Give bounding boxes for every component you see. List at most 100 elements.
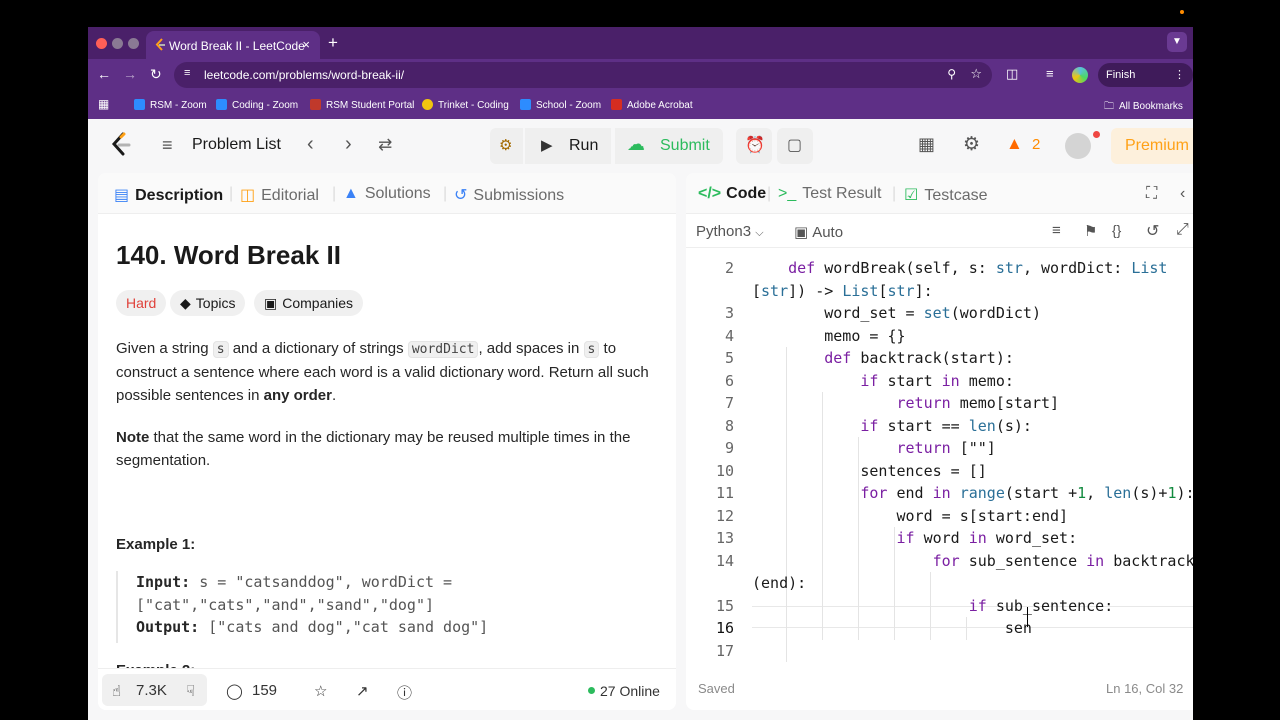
reset-icon[interactable]: ↺ [1146,221,1159,241]
notes-button[interactable]: ▢ [777,128,813,164]
inline-code: wordDict [407,341,479,358]
site-info-icon[interactable]: ≡ [184,67,190,79]
auto-label: Auto [812,224,844,241]
bookmark-item[interactable]: School - Zoom [520,99,601,111]
problem-list-icon[interactable]: ≡ [162,135,173,156]
example-input-label: Input: [136,573,191,591]
tab-submissions-label: Submissions [473,187,565,204]
prev-problem-icon[interactable]: ‹ [307,133,314,156]
leetcode-logo-icon[interactable] [110,132,132,158]
topics-button[interactable]: ◆ Topics [170,290,246,316]
all-bookmarks-button[interactable]: 🗀 All Bookmarks [1104,99,1183,116]
code-line: memo = {} [752,326,906,345]
submit-button[interactable]: ☁ Submit [615,128,723,164]
line-number: 15 [715,596,734,615]
bookmark-item[interactable]: Trinket - Coding [422,99,509,111]
bookmark-item[interactable]: RSM Student Portal [310,99,414,111]
run-button[interactable]: ▶ Run [525,128,611,164]
problem-note: Note that the same word in the dictionar… [116,426,661,472]
tab-search-icon[interactable]: ▼ [1167,32,1187,52]
tab-editorial[interactable]: ◫ Editorial [240,185,319,205]
example-output-label: Output: [136,618,200,636]
tab-submissions[interactable]: ↺ Submissions [454,185,564,205]
media-control-icon[interactable]: ≡ [1046,66,1054,81]
timer-button[interactable]: ⏰ [736,128,772,164]
back-icon[interactable]: ← [97,66,111,82]
tab-separator: | [229,185,234,202]
cursor-position: Ln 16, Col 32 [1106,681,1184,696]
help-icon[interactable]: ⓘ [397,682,412,703]
settings-gear-icon[interactable]: ⚙ [963,133,980,156]
extensions-icon[interactable]: ◫ [1006,66,1018,82]
thumbs-down-icon[interactable]: ☟ [186,682,195,700]
random-problem-icon[interactable]: ⇄ [378,135,392,155]
bookmark-item[interactable]: Adobe Acrobat [611,99,693,111]
code-line: if start == len(s): [860,416,1032,435]
close-window-button[interactable] [96,38,107,49]
line-number: 3 [724,304,734,322]
zoom-icon[interactable]: ⚲ [947,67,956,81]
fullscreen-icon[interactable]: ⛶ [1146,185,1157,203]
thumbs-up-icon[interactable]: ☝ [112,682,121,700]
language-select[interactable]: Python3 ⌵ [696,223,764,240]
debug-button[interactable]: ⚙ [490,128,523,164]
collapse-icon[interactable]: ‹ [1180,185,1185,203]
favorite-star-icon[interactable]: ☆ [314,682,327,700]
reload-icon[interactable]: ↻ [150,66,162,83]
lock-icon: ▣ [264,295,278,311]
zoom-icon [216,99,227,110]
tab-word-break[interactable]: Word Break II - LeetCode × [146,31,320,59]
example-box: Input: s = "catsanddog", wordDict = ["ca… [116,571,646,643]
tab-bar: Word Break II - LeetCode × + ▼ [88,27,1193,59]
avatar[interactable] [1065,133,1091,159]
code-line: word_set = set(wordDict) [752,304,1041,322]
tab-close-icon[interactable]: × [302,37,310,52]
tab-separator: | [443,185,448,202]
code-editor[interactable]: 2 def wordBreak(self, s: str, wordDict: … [686,253,1193,673]
address-bar[interactable]: ≡ leetcode.com/problems/word-break-ii/ ⚲… [174,62,992,88]
example-input-value: s = "catsanddog", wordDict = [199,573,453,591]
streak-fire-icon[interactable]: ▲ [1006,134,1023,154]
tab-solutions-label: Solutions [364,185,431,202]
forward-icon[interactable]: → [123,66,137,82]
tab-description[interactable]: ▤ Description [114,185,223,205]
share-icon[interactable]: ↗ [356,682,369,700]
expand-icon[interactable]: ⤢ [1176,221,1189,239]
maximize-window-button[interactable] [128,38,139,49]
finish-update-button[interactable]: Finish update⋮ [1098,63,1193,105]
tab-testcase[interactable]: ☑ Testcase [904,185,987,205]
tab-solutions[interactable]: ▲ Solutions [343,185,431,203]
bookmark-item[interactable]: Coding - Zoom [216,99,298,111]
code-line: if word in word_set: [896,529,1078,547]
submit-label: Submit [660,137,710,154]
minimize-window-button[interactable] [112,38,123,49]
premium-button[interactable]: Premium [1111,128,1193,164]
auto-complete-toggle[interactable]: ▣ Auto [794,223,843,241]
companies-button[interactable]: ▣ Companies [254,290,364,316]
braces-icon[interactable]: {} [1112,222,1121,238]
comment-icon[interactable]: ◯ [226,682,243,700]
profile-avatar[interactable] [1072,67,1088,83]
new-tab-button[interactable]: + [328,33,338,53]
tab-code[interactable]: </> Code [698,185,766,203]
description-tabs: ▤ Description | ◫ Editorial | ▲ Solutions |… [98,173,676,214]
run-label: Run [569,137,599,154]
next-problem-icon[interactable]: › [345,133,352,156]
code-line: word = s[start:end] [752,506,1069,525]
bookmark-label: RSM - Zoom [150,100,207,111]
bookmark-star-icon[interactable]: ☆ [970,66,982,82]
more-menu-icon[interactable]: ⋮ [1174,63,1185,87]
tab-test-result[interactable]: >_ Test Result [778,185,881,203]
format-icon[interactable]: ≡ [1052,222,1061,239]
rsm-icon [310,99,321,110]
apps-grid-icon[interactable]: ▦ [98,97,109,111]
premium-label: Premium [1125,137,1190,154]
tab-separator: | [332,185,337,202]
bookmark-icon[interactable]: ⚑ [1084,222,1097,240]
alarm-clock-icon: ⏰ [745,137,765,154]
bookmark-label: RSM Student Portal [326,100,415,111]
layout-grid-icon[interactable]: ▦ [918,134,935,155]
bookmark-item[interactable]: RSM - Zoom [134,99,207,111]
tab-separator: | [892,185,897,202]
problem-list-link[interactable]: Problem List [192,136,281,154]
